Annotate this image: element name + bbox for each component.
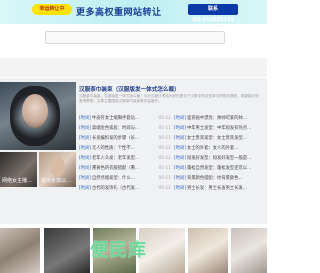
gallery-photo[interactable] [0,228,40,273]
list-item[interactable]: [时尚] 古代的发饰礼（古代发… 05-11 [79,184,171,194]
list-item-title[interactable]: 中年男士发型：中年短发有热点… [187,124,266,134]
list-item-tag: [时尚] [174,166,186,171]
watermark: 便民库 [90,240,147,261]
article-list-right: [时尚] 鉴赏画中漂亮：帅帅可爱的帅… [时尚] 中年男士发型：中年短发有热点… [… [174,114,266,194]
panel-description: 汉服茶巾装束，汉服版发一体式怎么裁：今天汉服分享给大家的是关于汉服中的发型茶巾的… [79,94,259,103]
list-item[interactable]: [时尚] 女士的外套：女人的外套… [174,144,266,154]
list-item-date: 05-11 [158,176,172,181]
list-item-date: 05-11 [158,116,172,121]
list-item[interactable]: [时尚] 高端金色家居：时尚与… 05-11 [79,124,171,134]
gallery-photo[interactable] [44,228,90,273]
list-item-tag: [时尚] [174,176,186,181]
list-item-title[interactable]: 长发编织发的步骤（长… [92,134,157,144]
list-item-title[interactable]: 短发好发型：短发好发型一般是… [187,154,266,164]
list-item-title[interactable]: 自然点缀发型：什么… [92,174,157,184]
list-item-title[interactable]: 牛皮符女士缩胸手套钻… [92,114,157,124]
list-item-title[interactable]: 熏黄色的衣服搭配（熏… [92,164,157,174]
list-item-tag: [时尚] [174,146,186,151]
list-item[interactable]: [时尚] 鉴赏画中漂亮：帅帅可爱的帅… [174,114,266,124]
list-item[interactable]: [时尚] 短发好发型：短发好发型一般是… [174,154,266,164]
list-item-title[interactable]: 老年人头发：老年发型… [92,154,157,164]
list-item-date: 05-11 [158,136,172,141]
list-item-title[interactable]: 鉴赏画中漂亮：帅帅可爱的帅… [187,114,266,124]
list-item-title[interactable]: 女士贵宾发型：女士贵宾发型… [187,134,266,144]
list-item[interactable]: [时尚] 熏黄色的衣服搭配（熏… 05-11 [79,164,171,174]
list-item-date: 05-11 [158,126,172,131]
banner-contact[interactable]: 联系QQ:411025133 [188,4,238,23]
list-item-title[interactable]: 高端金色家居：时尚与… [92,124,157,134]
list-item-tag: [时尚] [79,116,91,121]
list-item-title[interactable]: 蓬松自然发型：蓬松发型还可以… [187,164,266,174]
list-item-tag: [时尚] [79,126,91,131]
list-item-tag: [时尚] [79,146,91,151]
list-item-date: 05-11 [158,146,172,151]
list-item[interactable]: [时尚] 背景颜色搭配：纹背景颜色… [174,174,266,184]
gallery-photo[interactable] [231,228,267,273]
thumbnail-1-caption: 网络女主播… [2,178,33,184]
list-item[interactable]: [时尚] 蓬松自然发型：蓬松发型还可以… [174,164,266,174]
list-item[interactable]: [时尚] 长发编织发的步骤（长… 05-11 [79,134,171,144]
list-item-tag: [时尚] [79,156,91,161]
list-item-tag: [时尚] [79,166,91,171]
thumbnail-1[interactable]: 网络女主播… [0,152,37,187]
list-item-tag: [时尚] [174,136,186,141]
list-item-date: 05-11 [158,156,172,161]
list-item-title[interactable]: 无人的性质：个性不… [92,144,157,154]
list-item-date: 05-11 [158,166,172,171]
list-item-title[interactable]: 女士的外套：女人的外套… [187,144,266,154]
article-list-left: [时尚] 牛皮符女士缩胸手套钻… 05-11 [时尚] 高端金色家居：时尚与… 05-1… [79,114,171,194]
list-item[interactable]: [时尚] 自然点缀发型：什么… 05-11 [79,174,171,184]
list-item-tag: [时尚] [174,116,186,121]
gallery-photo[interactable] [188,228,228,273]
list-item-title[interactable]: 背景颜色搭配：纹背景颜色… [187,174,266,184]
banner-headline: 更多高权重网站转让 [76,8,162,18]
list-item[interactable]: [时尚] 牛皮符女士缩胸手套钻… 05-11 [79,114,171,124]
list-item-title[interactable]: 男士长发：男士长发男士长发… [187,184,266,194]
list-item-tag: [时尚] [174,186,186,191]
list-item[interactable]: [时尚] 无人的性质：个性不… 05-11 [79,144,171,154]
list-item-tag: [时尚] [79,136,91,141]
hero-face [22,94,48,128]
list-item-tag: [时尚] [174,156,186,161]
list-item[interactable]: [时尚] 老年人头发：老年发型… 05-11 [79,154,171,164]
top-banner[interactable]: 幸运转让中 更多高权重网站转让 联系QQ:411025133 [0,0,267,24]
list-item-tag: [时尚] [79,186,91,191]
list-item-tag: [时尚] [174,126,186,131]
banner-badge: 幸运转让中 [32,4,72,15]
thumbnail-2[interactable]: 受冷女孩以… [39,152,76,187]
list-item[interactable]: [时尚] 中年男士发型：中年短发有热点… [174,124,266,134]
list-item[interactable]: [时尚] 男士长发：男士长发男士长发… [174,184,266,194]
search-input[interactable] [45,31,225,44]
list-item-date: 05-11 [158,186,172,191]
panel-title[interactable]: 汉服茶巾装束（汉服版发一体式怎么裁） [79,85,180,93]
list-item[interactable]: [时尚] 女士贵宾发型：女士贵宾发型… [174,134,266,144]
thumbnail-2-caption: 受冷女孩以… [41,178,72,184]
featured-image[interactable] [0,82,76,150]
list-item-tag: [时尚] [79,176,91,181]
thumbnail-2-face [50,157,65,177]
nav-bar [0,58,267,77]
list-item-title[interactable]: 古代的发饰礼（古代发… [92,184,157,194]
